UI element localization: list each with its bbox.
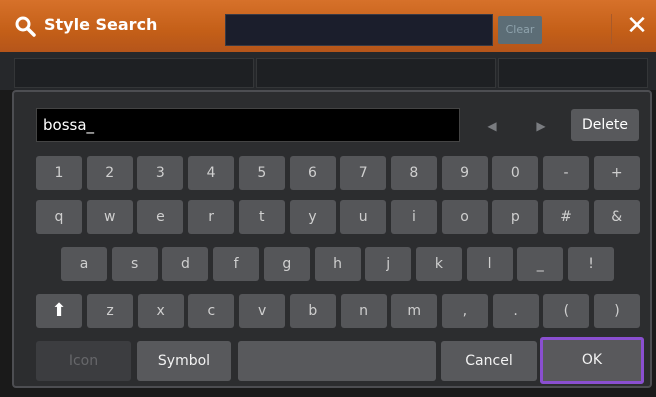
key-s[interactable]: s [111,247,158,281]
key-g[interactable]: g [263,247,310,281]
key-k[interactable]: k [415,247,462,281]
key-t[interactable]: t [238,200,285,234]
key-.[interactable]: . [492,294,539,328]
key-8[interactable]: 8 [390,156,437,190]
clear-button[interactable]: Clear [498,16,542,44]
key-u[interactable]: u [340,200,387,234]
key-4[interactable]: 4 [188,156,235,190]
key-a[interactable]: a [61,247,107,281]
search-icon [15,16,36,37]
key-i[interactable]: i [390,200,437,234]
key-e[interactable]: e [137,200,184,234]
key--[interactable]: - [543,156,589,190]
key-m[interactable]: m [391,294,438,328]
ok-button[interactable]: OK [540,337,644,384]
key-,[interactable]: , [441,294,488,328]
key-_[interactable]: _ [517,247,564,281]
close-icon[interactable]: ✕ [622,10,652,42]
space-button[interactable] [238,341,436,381]
key-6[interactable]: 6 [289,156,336,190]
key-x[interactable]: x [137,294,184,328]
key-q[interactable]: q [36,200,82,234]
key-c[interactable]: c [188,294,235,328]
cursor-left-button[interactable]: ◀ [477,112,507,140]
search-text-input[interactable]: bossa_ [36,108,460,142]
icon-button[interactable]: Icon [36,341,131,381]
key-2[interactable]: 2 [86,156,133,190]
title-search-field[interactable] [225,14,493,46]
key-y[interactable]: y [289,200,336,234]
key-r[interactable]: r [188,200,235,234]
key-7[interactable]: 7 [340,156,387,190]
key-#[interactable]: # [543,200,589,234]
symbol-button[interactable]: Symbol [137,341,231,381]
key-p[interactable]: p [492,200,539,234]
key-b[interactable]: b [289,294,336,328]
key-([interactable]: ( [543,294,590,328]
result-cell[interactable] [498,58,648,88]
key-d[interactable]: d [162,247,209,281]
key-0[interactable]: 0 [492,156,539,190]
window-title: Style Search [44,15,158,34]
shift-key-icon[interactable]: ⬆ [36,294,82,328]
result-cell[interactable] [256,58,496,88]
key-+[interactable]: + [593,156,640,190]
title-separator [611,14,612,44]
key-v[interactable]: v [239,294,286,328]
result-cell[interactable] [14,58,254,88]
key-o[interactable]: o [441,200,488,234]
key-)[interactable]: ) [594,294,640,328]
cancel-button[interactable]: Cancel [441,341,537,381]
key-9[interactable]: 9 [441,156,488,190]
key-f[interactable]: f [213,247,260,281]
key-3[interactable]: 3 [137,156,184,190]
key-5[interactable]: 5 [238,156,285,190]
key-w[interactable]: w [86,200,133,234]
key-l[interactable]: l [466,247,513,281]
key-j[interactable]: j [365,247,412,281]
key-1[interactable]: 1 [36,156,82,190]
key-![interactable]: ! [568,247,614,281]
delete-button[interactable]: Delete [571,109,639,141]
key-z[interactable]: z [87,294,133,328]
key-n[interactable]: n [340,294,387,328]
key-&[interactable]: & [593,200,640,234]
cursor-right-button[interactable]: ▶ [526,112,556,140]
key-h[interactable]: h [314,247,361,281]
